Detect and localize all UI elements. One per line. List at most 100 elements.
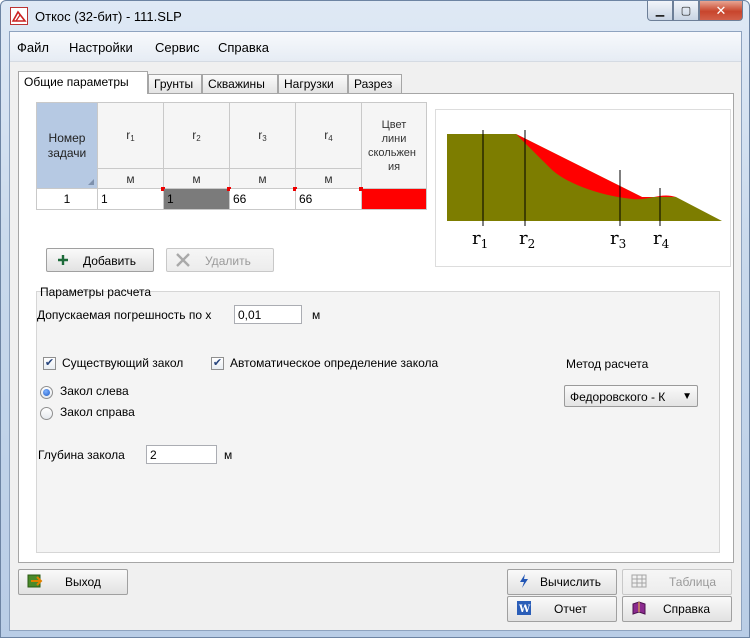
unit-r4: м	[295, 168, 362, 189]
color-header-line3: скольжен	[367, 146, 416, 159]
cut-right-label: Закол справа	[60, 405, 135, 419]
unit-r3: м	[229, 168, 296, 189]
delete-button[interactable]: Удалить	[166, 248, 274, 272]
column-header-r3[interactable]: r3	[229, 102, 296, 169]
lightning-icon	[516, 573, 532, 589]
window-title: Откос (32-бит) - 111.SLP	[35, 9, 182, 24]
column-header-color[interactable]: Цвет лини скольжен ия	[361, 102, 427, 189]
cell-r2[interactable]: 1	[163, 187, 231, 210]
color-header-line2: лини	[381, 132, 407, 145]
method-select-value: Федоровского - К	[570, 390, 666, 404]
maximize-button[interactable]: ▢	[673, 1, 699, 21]
cell-r3-value: 66	[233, 192, 247, 206]
depth-unit: м	[224, 448, 233, 462]
tab-boreholes[interactable]: Скважины	[202, 74, 278, 93]
r4-index: 4	[328, 134, 333, 143]
tab-general[interactable]: Общие параметры	[18, 71, 148, 94]
chevron-down-icon: ▼	[682, 391, 692, 402]
tab-loads[interactable]: Нагрузки	[278, 74, 348, 93]
column-header-r2[interactable]: r2	[163, 102, 230, 169]
menu-service[interactable]: Сервис	[155, 40, 200, 55]
calc-params-group	[36, 291, 720, 553]
menu-bar: Файл Настройки Сервис Справка	[10, 32, 741, 62]
tab-soils[interactable]: Грунты	[148, 74, 202, 93]
number-header-line2: задачи	[47, 145, 87, 160]
delete-x-icon	[175, 252, 191, 268]
method-label: Метод расчета	[566, 357, 649, 371]
bottom-button-area: Выход Вычислить Таблица W Отчет Справка	[10, 567, 741, 632]
r3-index: 3	[262, 134, 267, 143]
cell-r1-value: 1	[101, 192, 108, 206]
menu-file[interactable]: Файл	[17, 40, 49, 55]
existing-cut-checkbox[interactable]: ✔	[43, 357, 56, 370]
tasks-grid: Номер задачи r1 r2 r3 r4 Цвет лини сколь…	[36, 102, 427, 213]
table-button[interactable]: Таблица	[622, 569, 732, 595]
number-header-line1: Номер	[48, 130, 86, 145]
unit-r2: м	[163, 168, 230, 189]
cell-number[interactable]: 1	[36, 188, 98, 210]
cell-r4-value: 66	[299, 192, 313, 206]
column-header-r4[interactable]: r4	[295, 102, 362, 169]
plus-icon	[55, 252, 71, 268]
report-button-label: Отчет	[554, 602, 587, 616]
help-button-label: Справка	[663, 602, 711, 616]
tolerance-input[interactable]: 0,01	[234, 305, 302, 324]
svg-text:r1: r1	[472, 228, 488, 251]
r1-index: 1	[130, 134, 135, 143]
report-button[interactable]: W Отчет	[507, 596, 617, 622]
unit-r1: м	[97, 168, 164, 189]
auto-detect-label: Автоматическое определение закола	[230, 356, 439, 370]
title-bar[interactable]: Откос (32-бит) - 111.SLP ▁ ▢ ✕	[1, 1, 749, 31]
slope-diagram: r1 r2 r3 r4	[435, 109, 731, 267]
sort-glyph-icon	[88, 179, 94, 185]
calculate-button-label: Вычислить	[540, 575, 602, 589]
cell-r2-value: 1	[167, 192, 174, 206]
minimize-button[interactable]: ▁	[647, 1, 673, 21]
client-area: Файл Настройки Сервис Справка Общие пара…	[9, 31, 742, 631]
tab-section[interactable]: Разрез	[348, 74, 402, 93]
app-icon[interactable]	[10, 7, 28, 25]
diagram-label-r3-index: 3	[619, 237, 627, 251]
grid-spacer	[36, 209, 427, 213]
auto-detect-checkbox[interactable]: ✔	[211, 357, 224, 370]
table-row[interactable]: 1 1 1 66 66	[36, 187, 427, 210]
column-header-number[interactable]: Номер задачи	[36, 102, 98, 189]
cell-color-swatch[interactable]	[361, 188, 427, 210]
calc-params-title: Параметры расчета	[40, 285, 152, 299]
exit-door-icon	[27, 573, 43, 589]
cell-r4[interactable]: 66	[295, 187, 363, 210]
svg-text:r4: r4	[653, 228, 670, 251]
color-header-line4: ия	[387, 160, 401, 173]
r2-index: 2	[196, 134, 201, 143]
depth-input[interactable]: 2	[146, 445, 217, 464]
close-button[interactable]: ✕	[699, 1, 743, 21]
add-button[interactable]: Добавить	[46, 248, 154, 272]
color-header-line1: Цвет	[381, 118, 407, 131]
method-select[interactable]: Федоровского - К ▼	[564, 385, 698, 407]
app-window: Откос (32-бит) - 111.SLP ▁ ▢ ✕ Файл Наст…	[0, 0, 750, 638]
exit-button[interactable]: Выход	[18, 569, 128, 595]
cell-r3[interactable]: 66	[229, 187, 297, 210]
menu-settings[interactable]: Настройки	[69, 40, 133, 55]
svg-text:r3: r3	[610, 228, 626, 251]
menu-help[interactable]: Справка	[218, 40, 269, 55]
table-button-label: Таблица	[669, 575, 717, 589]
marker-dot	[359, 187, 363, 191]
svg-text:r2: r2	[519, 228, 535, 251]
help-button[interactable]: Справка	[622, 596, 732, 622]
cut-left-label: Закол слева	[60, 384, 129, 398]
tolerance-unit: м	[312, 308, 321, 322]
diagram-label-r2-index: 2	[528, 237, 536, 251]
word-doc-icon: W	[516, 600, 532, 616]
exit-button-label: Выход	[65, 575, 101, 589]
cut-right-radio[interactable]	[40, 407, 53, 420]
calculate-button[interactable]: Вычислить	[507, 569, 617, 595]
add-button-label: Добавить	[83, 254, 137, 268]
existing-cut-label: Существующий закол	[62, 356, 184, 370]
cut-left-radio[interactable]	[40, 386, 53, 399]
table-grid-icon	[631, 573, 647, 589]
cell-r1[interactable]: 1	[97, 187, 165, 210]
column-header-r1[interactable]: r1	[97, 102, 164, 169]
help-book-icon	[631, 600, 647, 616]
svg-text:W: W	[518, 604, 531, 615]
